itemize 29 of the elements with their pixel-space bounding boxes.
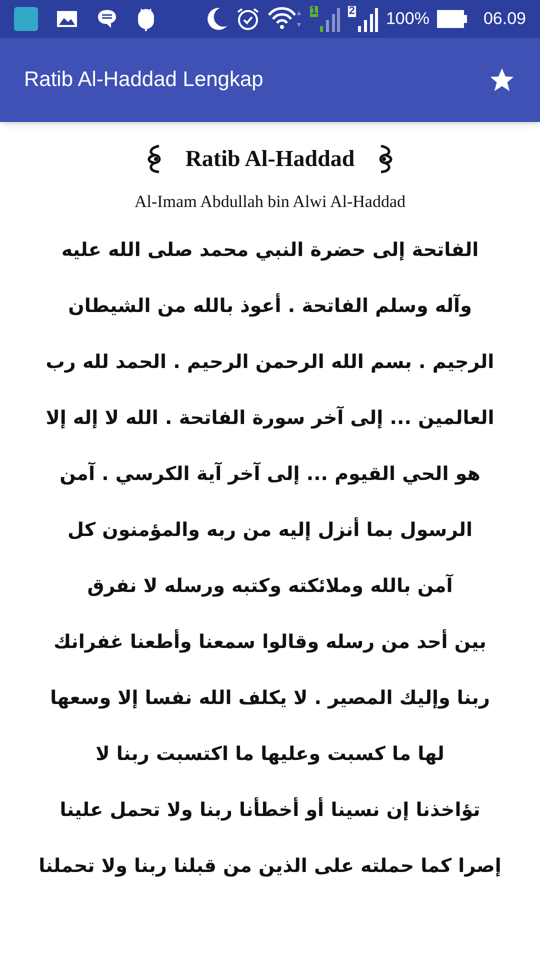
arabic-text-line: وآله وسلم الفاتحة . أعوذ بالله من الشيطان (67, 292, 473, 319)
alarm-icon (236, 7, 260, 31)
arabic-text-line: إصرا كما حملته على الذين من قبلنا ربنا ولا تحملنا (38, 854, 502, 879)
signal-icon (320, 8, 340, 32)
arabic-text-line: الرجيم . بسم الله الرحمن الرحيم . الحمد لله رب (44, 350, 496, 375)
star-icon[interactable] (488, 66, 516, 94)
arabic-text-line: تؤاخذنا إن نسينا أو أخطأنا ربنا ولا تحمل علينا (58, 796, 482, 823)
sim-number: 2 (348, 6, 356, 17)
app-title: Ratib Al-Haddad Lengkap (24, 67, 264, 94)
battery-percent: 100% (386, 8, 430, 30)
arabic-text-line: بين أحد من رسله وقالوا سمعنا وأطعنا غفرانك (52, 628, 488, 655)
arabic-text-line: آمن بالله وملائكته وكتبه ورسله لا نفرق (86, 573, 454, 599)
battery-icon (437, 10, 468, 28)
image-icon (56, 10, 78, 28)
arabic-text-line: العالمين ... إلى آخر سورة الفاتحة . الله لا إله إلا (44, 405, 496, 431)
signal-icon (358, 8, 378, 32)
arabic-text-line: ربنا وإليك المصير . لا يكلف الله نفسا إلا وسعها (49, 686, 491, 711)
document-title: Ratib Al-Haddad (185, 145, 355, 173)
document-subtitle: Al-Imam Abdullah bin Alwi Al-Haddad (133, 190, 407, 212)
message-icon (96, 8, 118, 30)
wifi-icon (268, 7, 302, 31)
android-icon (136, 7, 156, 31)
arabic-text-line: لها ما كسبت وعليها ما اكتسبت ربنا لا (94, 742, 446, 767)
arabic-text-line: الفاتحة إلى حضرة النبي محمد صلى الله عليه (60, 238, 480, 263)
sim-number: 1 (310, 6, 318, 17)
moon-icon (206, 7, 228, 31)
arabic-text-line: الرسول بما أنزل إليه من ربه والمؤمنون كل (66, 516, 474, 543)
clock: 06.09 (483, 8, 526, 30)
arabic-text-line: هو الحي القيوم ... إلى آخر آية الكرسي . آمن (58, 461, 482, 487)
